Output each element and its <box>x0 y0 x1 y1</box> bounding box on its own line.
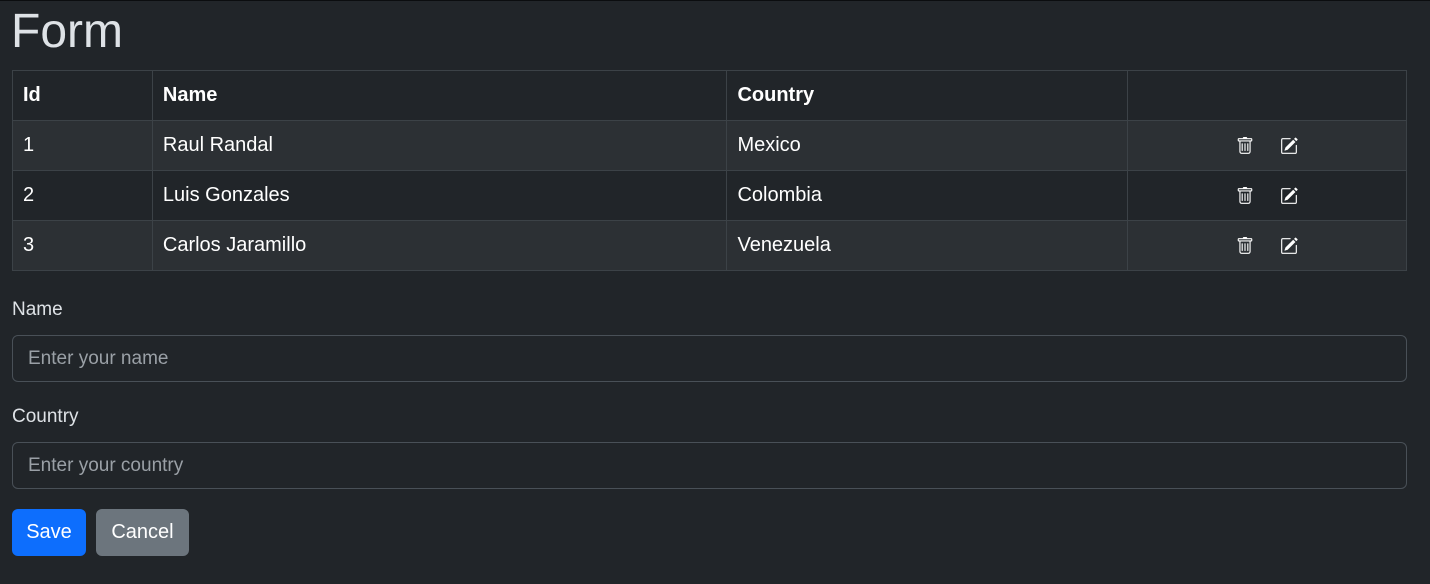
trash-icon[interactable] <box>1235 136 1255 156</box>
page-title: Form <box>11 5 123 58</box>
cell-country: Venezuela <box>726 220 1129 271</box>
cell-actions <box>1127 120 1407 171</box>
column-header-actions <box>1127 70 1407 121</box>
cell-name: Raul Randal <box>151 120 728 171</box>
cell-country: Mexico <box>726 120 1129 171</box>
cell-id: 1 <box>12 120 153 171</box>
column-header-id: Id <box>12 70 153 121</box>
save-button[interactable]: Save <box>12 509 86 556</box>
cell-id: 3 <box>12 220 153 271</box>
table-row: 1 Raul Randal Mexico <box>12 120 1407 171</box>
cancel-button[interactable]: Cancel <box>96 509 189 556</box>
column-header-name: Name <box>151 70 728 121</box>
trash-icon[interactable] <box>1235 186 1255 206</box>
table-row: 2 Luis Gonzales Colombia <box>12 170 1407 221</box>
table-row: 3 Carlos Jaramillo Venezuela <box>12 220 1407 271</box>
cell-id: 2 <box>12 170 153 221</box>
cell-country: Colombia <box>726 170 1129 221</box>
cell-actions <box>1127 170 1407 221</box>
name-label: Name <box>12 299 63 320</box>
edit-icon[interactable] <box>1279 136 1299 156</box>
country-label: Country <box>12 406 79 427</box>
cell-actions <box>1127 220 1407 271</box>
country-input[interactable] <box>12 442 1407 489</box>
trash-icon[interactable] <box>1235 236 1255 256</box>
cell-name: Carlos Jaramillo <box>151 220 728 271</box>
edit-icon[interactable] <box>1279 236 1299 256</box>
window-top-border <box>0 0 1430 1</box>
data-table: Id Name Country 1 Raul Randal Mexico 2 L… <box>12 70 1407 271</box>
edit-icon[interactable] <box>1279 186 1299 206</box>
name-input[interactable] <box>12 335 1407 382</box>
cell-name: Luis Gonzales <box>151 170 728 221</box>
table-header-row: Id Name Country <box>12 70 1407 121</box>
column-header-country: Country <box>726 70 1129 121</box>
